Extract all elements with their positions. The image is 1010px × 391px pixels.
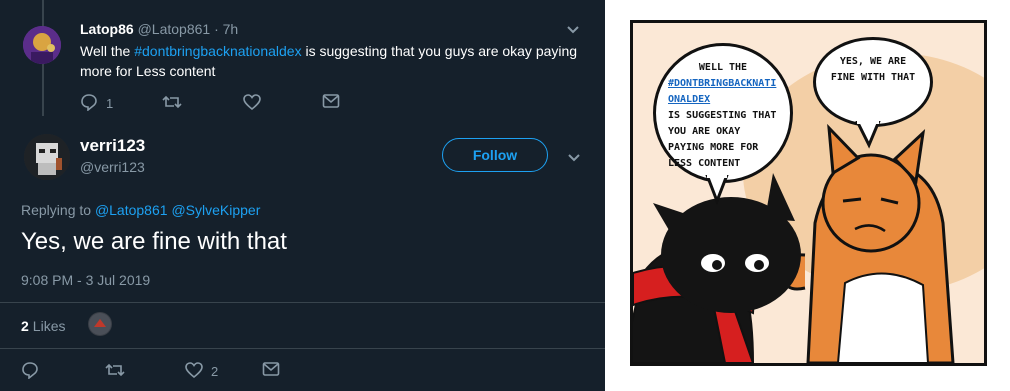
bubble-left-rest: is suggesting that you are okay paying m… <box>668 110 777 169</box>
tweet2-like-count: 2 <box>211 364 219 379</box>
retweet-icon <box>162 93 182 114</box>
liker-avatar[interactable] <box>88 312 112 336</box>
bubble-left-hashtag: #dontbringbacknationaldex <box>668 78 777 105</box>
likes-summary[interactable]: 2 Likes <box>21 318 65 334</box>
tweet1-text: Well the #dontbringbacknationaldex is su… <box>80 41 590 81</box>
tweet1-header: Latop86 @Latop861 · 7h <box>80 21 238 37</box>
avatar-verri123[interactable] <box>24 134 70 180</box>
tweet1-author-handle[interactable]: @Latop861 <box>138 21 211 37</box>
speech-bubble-left-tail <box>705 175 729 205</box>
divider <box>0 348 605 349</box>
reply-icon <box>21 361 39 382</box>
tweet1-time[interactable]: 7h <box>223 21 239 37</box>
tweet2-author-handle[interactable]: @verri123 <box>80 159 145 175</box>
avatar-latop86[interactable] <box>23 26 61 64</box>
tweet-thread-panel: Latop86 @Latop861 · 7h Well the #dontbri… <box>0 0 605 391</box>
speech-bubble-right: Yes, we are fine with that <box>813 37 933 127</box>
reply-icon <box>80 93 98 114</box>
bubble-left-line1: Well the <box>698 62 748 73</box>
chevron-down-icon[interactable] <box>567 150 581 168</box>
tweet2-timestamp[interactable]: 9:08 PM - 3 Jul 2019 <box>21 272 150 288</box>
replying-to-user-1[interactable]: @Latop861 <box>95 202 168 218</box>
chevron-down-icon[interactable] <box>566 22 580 40</box>
heart-icon <box>243 93 261 114</box>
tweet1-dot-separator: · <box>214 21 219 37</box>
follow-button[interactable]: Follow <box>442 138 548 172</box>
likes-count: 2 <box>21 318 29 334</box>
mail-icon <box>322 93 340 112</box>
tweet1-retweet-button[interactable] <box>162 93 182 114</box>
retweet-icon <box>105 361 125 382</box>
speech-bubble-left: Well the #dontbringbacknationaldex is su… <box>653 43 793 183</box>
tweet1-like-button[interactable] <box>243 93 261 114</box>
mail-icon <box>262 361 280 380</box>
tweet1-reply-count: 1 <box>106 96 114 111</box>
tweet1-actions: 1 <box>80 93 350 115</box>
divider <box>0 302 605 303</box>
tweet2-text: Yes, we are fine with that <box>21 228 287 255</box>
likes-label: Likes <box>32 318 66 334</box>
tweet1-author-name[interactable]: Latop86 <box>80 21 134 37</box>
tweet2-retweet-button[interactable] <box>105 361 125 382</box>
tweet2-reply-button[interactable] <box>21 361 39 382</box>
comic-panel-image: Well the #dontbringbacknationaldex is su… <box>630 20 987 366</box>
tweet2-like-button[interactable]: 2 <box>185 361 218 382</box>
tweet1-dm-button[interactable] <box>322 93 340 112</box>
tweet1-hashtag-link[interactable]: #dontbringbacknationaldex <box>134 43 301 59</box>
tweet2-actions: 2 <box>21 361 321 383</box>
tweet2-dm-button[interactable] <box>262 361 280 380</box>
tweet1-reply-button[interactable]: 1 <box>80 93 113 114</box>
speech-bubble-right-tail <box>855 121 881 149</box>
replying-to-user-2[interactable]: @SylveKipper <box>171 202 260 218</box>
tweet1-text-pre: Well the <box>80 43 135 59</box>
replying-to-label: Replying to <box>21 202 92 218</box>
replying-to: Replying to @Latop861 @SylveKipper <box>21 202 260 218</box>
tweet2-author-name[interactable]: verri123 <box>80 136 145 156</box>
heart-icon <box>185 361 203 382</box>
